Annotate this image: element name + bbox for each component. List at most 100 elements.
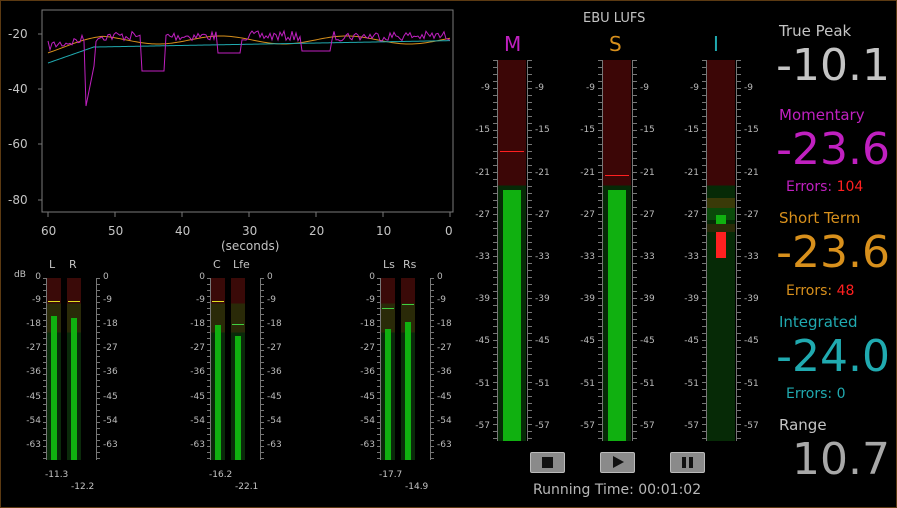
lufs-scale-label: -9 — [535, 83, 544, 93]
scale-label: -9 — [366, 295, 375, 305]
scale-label: -27 — [26, 343, 41, 353]
integrated-errors: Errors: 0 — [786, 386, 846, 402]
lufs-scale-label: -9 — [690, 83, 699, 93]
lufs-scale-label: -51 — [684, 379, 699, 389]
lufs-scale-label: -57 — [744, 421, 759, 431]
lufs-scale-label: -33 — [580, 252, 595, 262]
channel-label: R — [69, 258, 77, 271]
lufs-level-fill — [503, 190, 521, 441]
stop-icon — [542, 457, 553, 468]
lufs-scale-label: -21 — [580, 168, 595, 178]
channel-peak-value: -11.3 — [45, 470, 69, 480]
scale-label: -45 — [437, 392, 452, 402]
channel-level-fill — [215, 325, 221, 460]
channel-meter — [381, 278, 395, 460]
channel-label: C — [213, 258, 221, 271]
lufs-scale-label: -33 — [684, 252, 699, 262]
scale-label: -18 — [26, 319, 41, 329]
lufs-scale-label: -27 — [535, 210, 550, 220]
momentary-value: -23.6 — [776, 124, 890, 175]
channel-peak-value: -16.2 — [209, 470, 233, 480]
tick-strip — [96, 278, 100, 460]
lufs-scale-label: -27 — [580, 210, 595, 220]
x-tick-label: 50 — [108, 224, 124, 238]
channel-peak-value: -17.7 — [379, 470, 403, 480]
channel-meter — [67, 278, 81, 460]
short-term-errors-count: 48 — [836, 283, 855, 299]
lufs-scale-label: -45 — [684, 336, 699, 346]
pause-button[interactable] — [670, 452, 705, 473]
lufs-scale-label: -27 — [640, 210, 655, 220]
lufs-scale-label: -51 — [535, 379, 550, 389]
x-tick-label: 30 — [242, 224, 258, 238]
channel-peak-value: -12.2 — [71, 482, 95, 492]
peak-hold-marker — [48, 301, 60, 302]
channel-level-fill — [71, 318, 77, 460]
scale-label: -27 — [190, 343, 205, 353]
momentary-errors: Errors: 104 — [786, 179, 863, 195]
scale-label: -18 — [103, 319, 118, 329]
integrated-label: Integrated — [779, 313, 858, 331]
momentary-errors-label: Errors: — [786, 179, 837, 195]
scale-label: -36 — [26, 367, 41, 377]
y-tick-label: -80 — [8, 193, 28, 207]
scale-label: -9 — [267, 295, 276, 305]
scale-label: -54 — [267, 416, 282, 426]
y-tick-label: -60 — [8, 137, 28, 151]
tick-strip — [260, 278, 264, 460]
lufs-meters: EBU LUFS M -9 -9 -15 -15 -21 -21 -27 -27 -33 -33 -3… — [461, 1, 771, 507]
scale-label: -63 — [103, 440, 118, 450]
lufs-scale-label: -57 — [475, 421, 490, 431]
scale-label: -54 — [360, 416, 375, 426]
lufs-bar — [603, 60, 631, 441]
scale-label: -36 — [103, 367, 118, 377]
lufs-scale-label: -27 — [744, 210, 759, 220]
lufs-scale-label: -27 — [475, 210, 490, 220]
lufs-scale-label: -21 — [744, 168, 759, 178]
lufs-scale-label: -39 — [580, 294, 595, 304]
scale-label: -9 — [32, 295, 41, 305]
channel-meter — [231, 278, 245, 460]
lufs-bar-label: M — [504, 32, 522, 56]
channel-meters: dB 0 0 -9 -9 -18 -18 -27 -27 -36 -36 -45 -45 -54 -54-… — [1, 256, 461, 506]
lufs-scale-label: -33 — [475, 252, 490, 262]
scale-label: -36 — [267, 367, 282, 377]
scale-label: 0 — [267, 272, 273, 282]
scale-label: -9 — [437, 295, 446, 305]
channel-pair: 0 0 -9 -9 -18 -18 -27 -27 -36 -36 -45 -45 -54 -54 -63 -… — [190, 256, 301, 506]
lufs-scale-label: -51 — [580, 379, 595, 389]
scale-label: -27 — [267, 343, 282, 353]
channel-level-fill — [385, 329, 391, 460]
lufs-scale-label: -33 — [535, 252, 550, 262]
lufs-scale-label: -51 — [475, 379, 490, 389]
lufs-scale-label: -57 — [640, 421, 655, 431]
lufs-scale-label: -51 — [640, 379, 655, 389]
scale-label: -36 — [360, 367, 375, 377]
stop-button[interactable] — [530, 452, 565, 473]
integrated-errors-count: 0 — [836, 386, 846, 402]
x-tick-label: 10 — [376, 224, 392, 238]
lufs-scale-label: -21 — [475, 168, 490, 178]
lufs-scale-label: -33 — [744, 252, 759, 262]
channel-peak-value: -22.1 — [235, 482, 259, 492]
scale-label: -45 — [26, 392, 41, 402]
play-button[interactable] — [600, 452, 635, 473]
lufs-scale-label: -39 — [640, 294, 655, 304]
integrated-errors-label: Errors: — [786, 386, 837, 402]
scale-label: -18 — [190, 319, 205, 329]
lufs-bar — [707, 60, 735, 441]
lufs-scale-label: -15 — [640, 125, 655, 135]
y-tick-label: -40 — [8, 82, 28, 96]
scale-label: -45 — [360, 392, 375, 402]
play-icon — [613, 456, 624, 468]
lufs-scale-label: -45 — [640, 336, 655, 346]
lufs-bar — [498, 60, 526, 441]
scale-label: -18 — [360, 319, 375, 329]
scale-label: -63 — [437, 440, 452, 450]
tick-strip — [527, 60, 532, 441]
lufs-scale-label: -45 — [744, 336, 759, 346]
integrated-segment — [716, 232, 726, 258]
lufs-scale-label: -21 — [640, 168, 655, 178]
running-time: Running Time: 00:01:02 — [533, 482, 702, 498]
channel-label: Ls — [383, 258, 395, 271]
